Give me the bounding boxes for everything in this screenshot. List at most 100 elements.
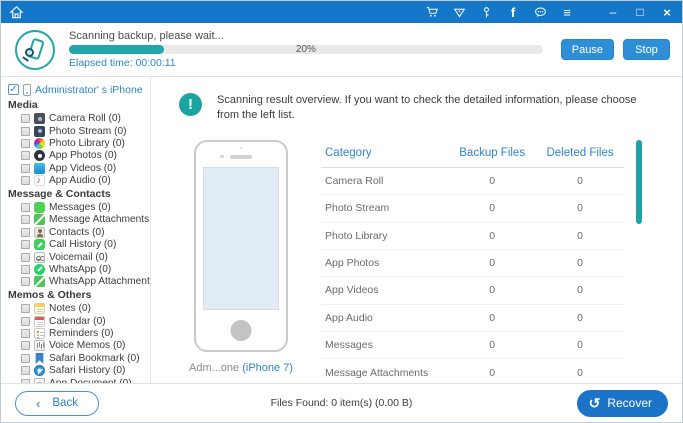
device-name: Adm...one: [189, 362, 239, 374]
safari-history-checkbox[interactable]: [21, 366, 30, 375]
sidebar-item-label: Photo Stream (0): [49, 126, 127, 137]
table-scrollbar[interactable]: [636, 140, 642, 224]
cell-category: App Audio: [321, 304, 448, 331]
back-button[interactable]: ‹ Back: [15, 391, 99, 416]
whatsapp-checkbox[interactable]: [21, 265, 30, 274]
phone-screen: [203, 167, 279, 310]
safari-bookmark-icon: [34, 353, 45, 364]
menu-icon[interactable]: ≡: [560, 5, 574, 19]
camera-roll-checkbox[interactable]: [21, 114, 30, 123]
notes-icon: [34, 303, 45, 314]
sidebar-item-photo-stream[interactable]: Photo Stream (0): [8, 125, 146, 137]
support-icon[interactable]: [452, 5, 466, 19]
recover-button[interactable]: ↺ Recover: [577, 390, 668, 417]
table-row-app-videos: App Videos00: [321, 277, 624, 304]
sidebar-item-voice-memos[interactable]: Voice Memos (0): [8, 340, 146, 352]
sidebar-item-label: Voicemail (0): [49, 252, 108, 263]
contacts-icon: [34, 227, 45, 238]
overview-table-wrap: CategoryBackup FilesDeleted Files Camera…: [321, 140, 624, 387]
app-photos-icon: [34, 150, 45, 161]
cell-deleted-files: 0: [536, 167, 624, 194]
files-found-status: Files Found: 0 item(s) (0.00 B): [271, 397, 413, 409]
sidebar-item-messages[interactable]: Messages (0): [8, 201, 146, 213]
titlebar: f ≡ – □ ×: [1, 1, 682, 23]
safari-bookmark-checkbox[interactable]: [21, 354, 30, 363]
key-icon[interactable]: [479, 5, 493, 19]
cell-backup-files: 0: [448, 222, 536, 249]
contacts-checkbox[interactable]: [21, 228, 30, 237]
facebook-icon[interactable]: f: [506, 5, 520, 19]
sidebar-item-safari-bookmark[interactable]: Safari Bookmark (0): [8, 352, 146, 364]
recover-arrow-icon: ↺: [589, 396, 601, 410]
calendar-icon: [34, 316, 45, 327]
device-checkbox[interactable]: ✓: [8, 84, 19, 95]
whatsapp-icon: [34, 264, 45, 275]
sidebar-item-contacts[interactable]: Contacts (0): [8, 226, 146, 238]
photo-stream-checkbox[interactable]: [21, 127, 30, 136]
photo-library-icon: [34, 138, 45, 149]
sidebar-item-message-attachments[interactable]: Message Attachments (0): [8, 214, 146, 226]
voice-memos-checkbox[interactable]: [21, 341, 30, 350]
cell-deleted-files: 0: [536, 249, 624, 276]
whatsapp-attachments-checkbox[interactable]: [21, 277, 30, 286]
device-caption: Adm...one (iPhone 7): [189, 362, 293, 374]
cell-deleted-files: 0: [536, 195, 624, 222]
maximize-icon[interactable]: □: [633, 5, 647, 19]
reminders-checkbox[interactable]: [21, 329, 30, 338]
device-model-link[interactable]: (iPhone 7): [242, 362, 293, 374]
sidebar-item-device[interactable]: ✓ Administrator' s iPhone: [8, 81, 146, 98]
voicemail-checkbox[interactable]: [21, 253, 30, 262]
feedback-icon[interactable]: [533, 5, 547, 19]
voicemail-icon: [34, 252, 45, 263]
sidebar-item-whatsapp[interactable]: WhatsApp (0): [8, 263, 146, 275]
sidebar-item-label: Messages (0): [49, 202, 111, 213]
sidebar-item-safari-history[interactable]: Safari History (0): [8, 365, 146, 377]
photo-library-checkbox[interactable]: [21, 139, 30, 148]
sidebar-item-voicemail[interactable]: Voicemail (0): [8, 251, 146, 263]
cell-backup-files: 0: [448, 304, 536, 331]
cell-category: Photo Stream: [321, 195, 448, 222]
app-photos-checkbox[interactable]: [21, 151, 30, 160]
sidebar-item-label: App Photos (0): [49, 150, 117, 161]
sidebar-item-call-history[interactable]: Call History (0): [8, 239, 146, 251]
notes-checkbox[interactable]: [21, 304, 30, 313]
reminders-icon: [34, 328, 45, 339]
pause-button[interactable]: Pause: [561, 39, 614, 60]
message-attachments-icon: [34, 214, 45, 225]
table-row-camera-roll: Camera Roll00: [321, 167, 624, 194]
sidebar-item-photo-library[interactable]: Photo Library (0): [8, 137, 146, 149]
message-attachments-checkbox[interactable]: [21, 215, 30, 224]
calendar-checkbox[interactable]: [21, 317, 30, 326]
sidebar-item-label: Photo Library (0): [49, 138, 125, 149]
cell-backup-files: 0: [448, 332, 536, 359]
titlebar-actions: f ≡ – □ ×: [425, 5, 674, 19]
sidebar-item-app-videos[interactable]: App Videos (0): [8, 162, 146, 174]
main-panel: ! Scanning result overview. If you want …: [151, 77, 682, 385]
app-videos-checkbox[interactable]: [21, 164, 30, 173]
sidebar-item-camera-roll[interactable]: Camera Roll (0): [8, 113, 146, 125]
sidebar-section-media: Media: [8, 99, 146, 113]
cart-icon[interactable]: [425, 5, 439, 19]
messages-checkbox[interactable]: [21, 203, 30, 212]
stop-button[interactable]: Stop: [623, 39, 670, 60]
cell-category: Messages: [321, 332, 448, 359]
home-icon[interactable]: [9, 5, 24, 20]
close-icon[interactable]: ×: [660, 5, 674, 19]
app-audio-icon: [34, 175, 45, 186]
scan-status-text: Scanning backup, please wait...: [69, 30, 543, 42]
sidebar-item-reminders[interactable]: Reminders (0): [8, 327, 146, 339]
table-row-app-audio: App Audio00: [321, 304, 624, 331]
app-audio-checkbox[interactable]: [21, 176, 30, 185]
call-history-checkbox[interactable]: [21, 240, 30, 249]
sidebar-item-whatsapp-attachments[interactable]: WhatsApp Attachments (0): [8, 276, 146, 288]
minimize-icon[interactable]: –: [606, 5, 620, 19]
app-videos-icon: [34, 163, 45, 174]
sidebar-item-calendar[interactable]: Calendar (0): [8, 315, 146, 327]
table-row-photo-library: Photo Library00: [321, 222, 624, 249]
messages-icon: [34, 202, 45, 213]
cell-category: Camera Roll: [321, 167, 448, 194]
sidebar-item-notes[interactable]: Notes (0): [8, 303, 146, 315]
sidebar-item-app-audio[interactable]: App Audio (0): [8, 174, 146, 186]
sidebar-item-app-photos[interactable]: App Photos (0): [8, 150, 146, 162]
column-header-backup-files: Backup Files: [448, 140, 536, 168]
